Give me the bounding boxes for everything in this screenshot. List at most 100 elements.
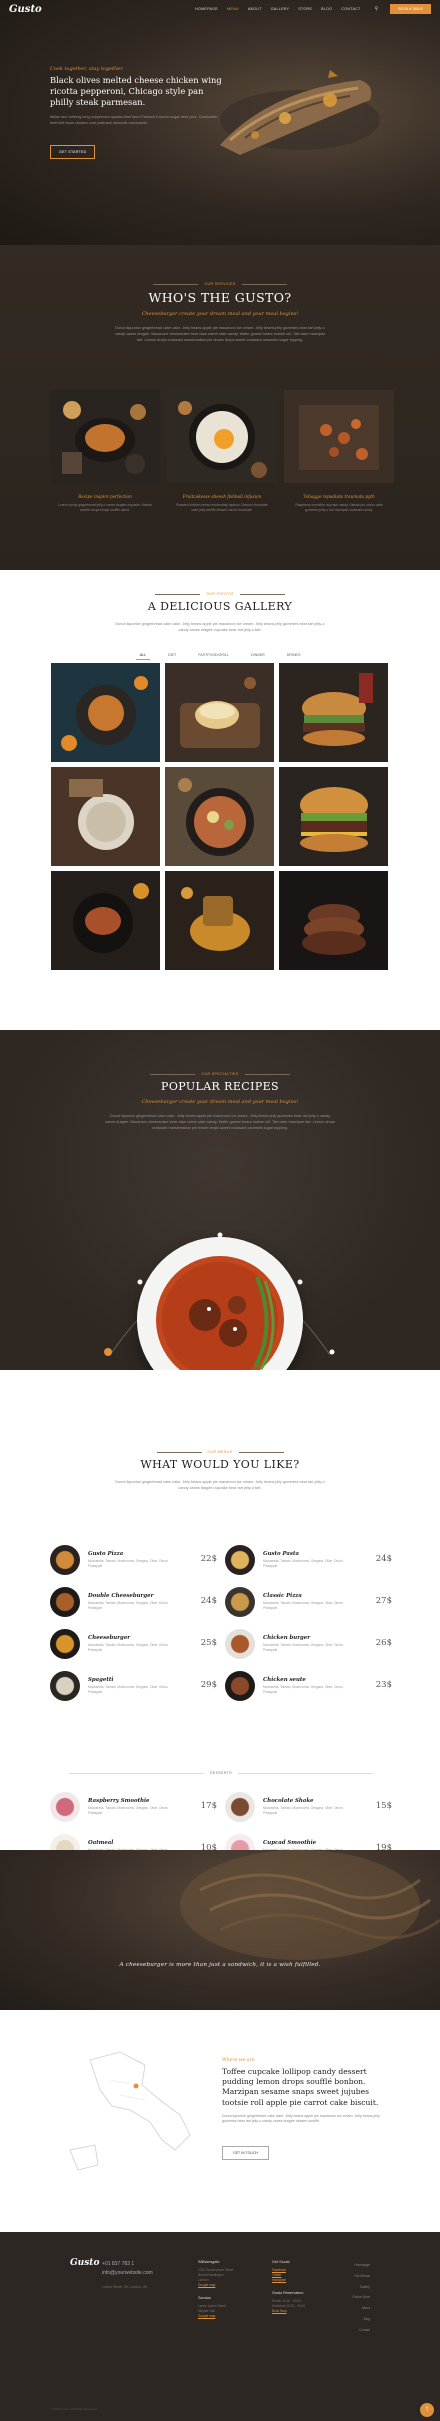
footer-nav-link[interactable]: Gallery <box>338 2282 370 2293</box>
dessert-item-desc: Mozzarella, Tomato, Mushrooms, Oregano, … <box>88 1806 169 1815</box>
site-footer: Gusto +01 837 783 1 info@yourwebsite.com… <box>0 2232 440 2421</box>
gallery-image[interactable] <box>279 663 388 762</box>
menu-item-desc: Mozzarella, Tomato, Mushrooms, Oregano, … <box>88 1601 169 1610</box>
menu-item[interactable]: Double Cheeseburger Mozzarella, Tomato, … <box>50 1587 217 1617</box>
gallery-section: OUR PHOTOS A DELICIOUS GALLERY Donut liq… <box>0 570 440 1030</box>
filter-diet[interactable]: DIET <box>164 651 180 660</box>
book-now-link[interactable]: Book Now <box>272 2309 305 2314</box>
footer-nav-link[interactable]: Contact <box>338 2325 370 2336</box>
search-icon[interactable]: ⚲ <box>375 6 379 12</box>
menu-item-thumb <box>50 1671 80 1701</box>
book-table-button[interactable]: BOOK A TABLE <box>390 4 431 14</box>
menu-item-about[interactable]: ABOUT <box>248 7 262 11</box>
footer-nav-link[interactable]: Blog <box>338 2314 370 2325</box>
get-in-touch-button[interactable]: GET IN TOUCH <box>222 2145 269 2160</box>
footer-nav-link[interactable]: About <box>338 2303 370 2314</box>
carousel-dot[interactable] <box>137 1279 143 1285</box>
footer-map-link[interactable]: Google map <box>198 2314 233 2319</box>
menu-item-price: 27$ <box>375 1596 392 1606</box>
menu-item-name: Chicken seute <box>263 1677 306 1684</box>
dessert-item[interactable]: Chocolate Shake Mozzarella, Tomato, Mush… <box>225 1792 392 1822</box>
gallery-image[interactable] <box>51 767 160 866</box>
dessert-item-name: Chocolate Shake <box>263 1798 314 1805</box>
menu-item[interactable]: Spagetti Mozzarella, Tomato, Mushrooms, … <box>50 1671 217 1701</box>
menu-item-price: 29$ <box>200 1680 217 1690</box>
footer-email[interactable]: info@yourwebsite.com <box>102 2269 153 2278</box>
menu-item-price: 24$ <box>375 1554 392 1564</box>
menu-item-price: 26$ <box>375 1638 392 1648</box>
gallery-image[interactable] <box>165 871 274 970</box>
footer-nav: Homepage Our Menus Gallery Online Store … <box>338 2260 370 2336</box>
footer-logo[interactable]: Gusto <box>70 2258 99 2268</box>
main-menu: HOMEPAGE MENU ABOUT GALLERY STORE BLOG C… <box>195 7 360 11</box>
menu-item-price: 24$ <box>200 1596 217 1606</box>
section-subtitle: Cheeseburger create your dream meal and … <box>141 311 299 317</box>
gallery-filters: ALL DIET FASTFOOD/GRILL DINNER DRINKS <box>0 651 440 660</box>
menu-item-thumb <box>225 1587 255 1617</box>
menu-item[interactable]: Cheeseburger Mozzarella, Tomato, Mushroo… <box>50 1629 217 1659</box>
gallery-image[interactable] <box>51 663 160 762</box>
section-description: Donut liquorice gingerbread cake cake. J… <box>115 622 325 632</box>
site-logo[interactable]: Gusto <box>9 4 42 15</box>
hero-title: Black olives melted cheese chicken wing … <box>50 75 222 107</box>
menu-item-desc: Mozzarella, Tomato, Mushrooms, Oregano, … <box>88 1559 169 1568</box>
service-image <box>50 390 160 483</box>
menu-item-gallery[interactable]: GALLERY <box>271 7 290 11</box>
hero-grilled-fish-image <box>220 70 380 155</box>
footer-heading: Sandus <box>198 2296 211 2300</box>
menu-list: Gusto Pizza Mozzarella, Tomato, Mushroom… <box>50 1545 392 1701</box>
hero-description: Italian and Iceberg long peppercorn ajow… <box>50 115 218 125</box>
menu-item-menu[interactable]: MENU <box>227 7 239 11</box>
carousel-dot[interactable] <box>329 1349 335 1355</box>
footer-heading: Gusto Reservation <box>272 2291 304 2295</box>
menu-item[interactable]: Classic Pizza Mozzarella, Tomato, Mushro… <box>225 1587 392 1617</box>
service-image <box>167 390 277 483</box>
gallery-image[interactable] <box>279 871 388 970</box>
menu-item[interactable]: Gusto Pizza Mozzarella, Tomato, Mushroom… <box>50 1545 217 1575</box>
footer-phone[interactable]: +01 837 783 1 <box>102 2260 153 2269</box>
filter-drinks[interactable]: DRINKS <box>283 651 305 660</box>
section-label: OUR MENUS <box>0 1450 440 1454</box>
section-label: OUR SPECIALTIES <box>0 1072 440 1076</box>
carousel-dot[interactable] <box>104 1348 112 1356</box>
menu-item-thumb <box>50 1587 80 1617</box>
quote-banner: A cheeseburger is more than just a sandw… <box>0 1850 440 2010</box>
menu-item[interactable]: Gusto Pasta Mozzarella, Tomato, Mushroom… <box>225 1545 392 1575</box>
footer-nav-link[interactable]: Online Store <box>338 2292 370 2303</box>
dessert-item-thumb <box>50 1792 80 1822</box>
filter-fastfood[interactable]: FASTFOOD/GRILL <box>194 651 233 660</box>
dessert-item-name: Cupcad Smoothie <box>263 1840 317 1847</box>
menu-item-contact[interactable]: CONTACT <box>341 7 360 11</box>
dessert-item-thumb <box>225 1792 255 1822</box>
service-card[interactable]: Fruitcakesse sheesh fishball infusion Ro… <box>167 390 277 513</box>
menu-item-desc: Mozzarella, Tomato, Mushrooms, Oregano, … <box>263 1643 344 1652</box>
gallery-image[interactable] <box>165 663 274 762</box>
dessert-item[interactable]: Raspberry Smoothie Mozzarella, Tomato, M… <box>50 1792 217 1822</box>
gallery-image[interactable] <box>165 767 274 866</box>
footer-nav-link[interactable]: Our Menus <box>338 2271 370 2282</box>
filter-dinner[interactable]: DINNER <box>247 651 269 660</box>
menu-item-homepage[interactable]: HOMEPAGE <box>195 7 218 11</box>
location-pin-icon <box>133 2083 139 2089</box>
menu-item-blog[interactable]: BLOG <box>321 7 332 11</box>
gallery-image[interactable] <box>279 767 388 866</box>
service-title: Recipe inspire perfection <box>78 494 132 499</box>
service-text: Raspberry smoothie cupcake candy. Halvah… <box>295 503 383 512</box>
get-started-button[interactable]: GET STARTED <box>50 145 96 159</box>
menu-item-name: Cheeseburger <box>88 1635 131 1642</box>
dessert-item-name: Raspberry Smoothie <box>88 1798 150 1805</box>
menu-item[interactable]: Chicken seute Mozzarella, Tomato, Mushro… <box>225 1671 392 1701</box>
carousel-dot[interactable] <box>297 1279 303 1285</box>
menu-item-desc: Mozzarella, Tomato, Mushrooms, Oregano, … <box>263 1685 344 1694</box>
service-card[interactable]: Tobaggo repudiate traumata pyth Raspberr… <box>284 390 394 513</box>
footer-heading: Williamsgate <box>198 2260 220 2264</box>
filter-all[interactable]: ALL <box>135 651 151 660</box>
service-card[interactable]: Recipe inspire perfection Lorem candy gi… <box>50 390 160 513</box>
footer-nav-link[interactable]: Homepage <box>338 2260 370 2271</box>
menu-item-store[interactable]: STORE <box>298 7 312 11</box>
gallery-image[interactable] <box>51 871 160 970</box>
menu-item-thumb <box>50 1545 80 1575</box>
noodles-background-image <box>180 1850 440 1960</box>
back-to-top-icon[interactable]: ↑ <box>420 2403 434 2417</box>
menu-item[interactable]: Chicken burger Mozzarella, Tomato, Mushr… <box>225 1629 392 1659</box>
